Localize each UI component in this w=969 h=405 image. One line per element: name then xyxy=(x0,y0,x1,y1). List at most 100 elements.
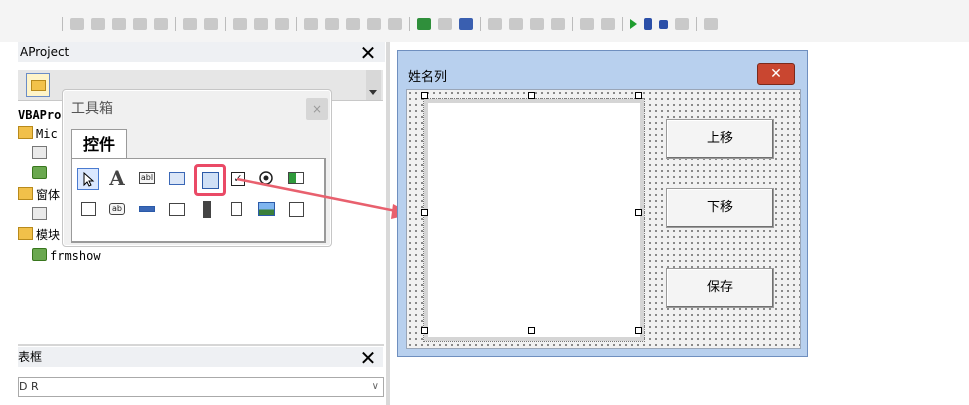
command-button-tool-icon[interactable]: ab xyxy=(106,198,128,220)
resize-handle[interactable] xyxy=(635,209,642,216)
paste-icon[interactable] xyxy=(530,18,544,30)
cut-icon[interactable] xyxy=(488,18,502,30)
textbox-tool-icon[interactable]: abl xyxy=(136,167,158,189)
previous-bookmark-icon[interactable] xyxy=(346,18,360,30)
listbox-control[interactable] xyxy=(423,98,645,342)
toolbar-separator xyxy=(409,17,410,31)
textbox-tool-label: abl xyxy=(138,171,156,184)
toggle-folders-icon[interactable] xyxy=(26,73,50,97)
tree-item-frmshow[interactable]: frmshow xyxy=(32,247,101,265)
tree-item-microsoft-objects[interactable]: Mic xyxy=(18,125,58,143)
move-up-button[interactable]: 上移 xyxy=(666,119,774,159)
resize-handle[interactable] xyxy=(421,92,428,99)
insert-userform-icon[interactable] xyxy=(438,18,452,30)
outdent-icon[interactable] xyxy=(91,18,105,30)
resize-handle[interactable] xyxy=(421,327,428,334)
indent-icon[interactable] xyxy=(70,18,84,30)
align-icon[interactable] xyxy=(112,18,126,30)
folder-icon xyxy=(18,187,33,200)
copy-icon[interactable] xyxy=(509,18,523,30)
project-explorer-scroll-arrow[interactable] xyxy=(366,70,381,100)
scrollbar-tool-icon[interactable] xyxy=(196,198,218,220)
combobox-tool-icon[interactable] xyxy=(166,167,188,189)
tree-item-label: 窗体 xyxy=(36,188,61,202)
find-icon[interactable] xyxy=(551,18,565,30)
vba-editor-window: AProject ✕ VBAPro Mic 窗体 模块 frmshow 表框 ✕… xyxy=(0,0,969,405)
undo-icon[interactable] xyxy=(580,18,594,30)
toolbar-separator xyxy=(480,17,481,31)
command-button-tool-label: ab xyxy=(109,202,125,215)
tree-item-forms-folder[interactable]: 窗体 xyxy=(18,186,60,204)
userform-close-icon[interactable]: ✕ xyxy=(757,63,795,85)
tree-item-vbaproject[interactable]: VBAPro xyxy=(18,106,61,124)
resize-handle[interactable] xyxy=(528,92,535,99)
uncomment-block-icon[interactable] xyxy=(275,18,289,30)
toolbox-title: 工具箱 xyxy=(71,101,113,117)
option-button-tool-icon[interactable] xyxy=(255,167,277,189)
toolbox-window: 工具箱 × 控件 A abl ✓ ab xyxy=(62,89,332,247)
userform-window[interactable]: 姓名列 ✕ 上移 下移 保存 xyxy=(397,50,808,357)
toolbox-close-icon[interactable]: × xyxy=(306,98,328,120)
design-mode-icon[interactable] xyxy=(675,18,689,30)
properties-object-combo[interactable]: D R xyxy=(18,377,384,397)
tree-item-modules-folder[interactable]: 模块 xyxy=(18,226,60,244)
toolbar-icons xyxy=(62,15,718,33)
font-size-icon[interactable] xyxy=(154,18,168,30)
refedit-tool-icon[interactable] xyxy=(285,198,307,220)
tree-item-sheet[interactable] xyxy=(32,145,50,163)
list-outdent-icon[interactable] xyxy=(204,18,218,30)
resize-handle[interactable] xyxy=(421,209,428,216)
break-icon[interactable] xyxy=(644,18,652,30)
image-tool-icon[interactable] xyxy=(255,198,277,220)
folder-icon xyxy=(18,227,33,240)
save-icon[interactable] xyxy=(459,18,473,30)
toolbar-separator xyxy=(175,17,176,31)
properties-title: 表框 xyxy=(18,347,383,367)
hand-icon[interactable] xyxy=(233,18,247,30)
project-explorer-title: AProject xyxy=(18,42,385,62)
toolbar-separator xyxy=(296,17,297,31)
toolbar-separator xyxy=(622,17,623,31)
tree-item-label: 模块 xyxy=(36,228,61,242)
toolbox-controls-panel: A abl ✓ ab xyxy=(71,158,326,243)
toggle-button-tool-icon[interactable] xyxy=(285,167,307,189)
module-icon xyxy=(32,248,47,261)
select-objects-icon[interactable] xyxy=(77,168,99,190)
excel-icon[interactable] xyxy=(417,18,431,30)
toolbar-separator xyxy=(225,17,226,31)
userform-icon xyxy=(32,207,47,220)
move-down-button[interactable]: 下移 xyxy=(666,188,774,228)
sort-icon[interactable] xyxy=(133,18,147,30)
toggle-bookmark-icon[interactable] xyxy=(304,18,318,30)
reset-icon[interactable] xyxy=(659,19,668,29)
resize-handle[interactable] xyxy=(528,327,535,334)
tree-item-workbook[interactable] xyxy=(32,165,50,183)
standard-toolbar xyxy=(0,0,969,42)
multipage-tool-icon[interactable] xyxy=(166,198,188,220)
sheet-icon xyxy=(32,146,47,159)
tree-item-label: frmshow xyxy=(50,249,101,263)
list-indent-icon[interactable] xyxy=(183,18,197,30)
next-bookmark-icon[interactable] xyxy=(325,18,339,30)
save-button[interactable]: 保存 xyxy=(666,268,774,308)
checkbox-tool-icon[interactable]: ✓ xyxy=(227,167,249,189)
project-explorer-close-icon[interactable]: ✕ xyxy=(359,43,377,63)
frame-tool-icon[interactable] xyxy=(77,198,99,220)
tab-controls[interactable]: 控件 xyxy=(71,129,127,160)
clear-bookmarks-icon[interactable] xyxy=(367,18,381,30)
tree-item-form[interactable] xyxy=(32,206,50,224)
resize-handle[interactable] xyxy=(635,92,642,99)
redo-icon[interactable] xyxy=(601,18,615,30)
label-tool-icon[interactable]: A xyxy=(106,167,128,189)
tree-item-label: Mic xyxy=(36,127,58,141)
tabstrip-tool-icon[interactable] xyxy=(136,198,158,220)
listbox-tool-icon[interactable] xyxy=(194,164,226,196)
properties-close-icon[interactable]: ✕ xyxy=(359,348,377,368)
resize-handle[interactable] xyxy=(635,327,642,334)
comment-block-icon[interactable] xyxy=(254,18,268,30)
run-icon[interactable] xyxy=(630,19,637,29)
spin-button-tool-icon[interactable] xyxy=(225,198,247,220)
project-explorer-icon[interactable] xyxy=(704,18,718,30)
pane-divider xyxy=(18,344,384,346)
toolbar-overflow-icon[interactable] xyxy=(388,18,402,30)
